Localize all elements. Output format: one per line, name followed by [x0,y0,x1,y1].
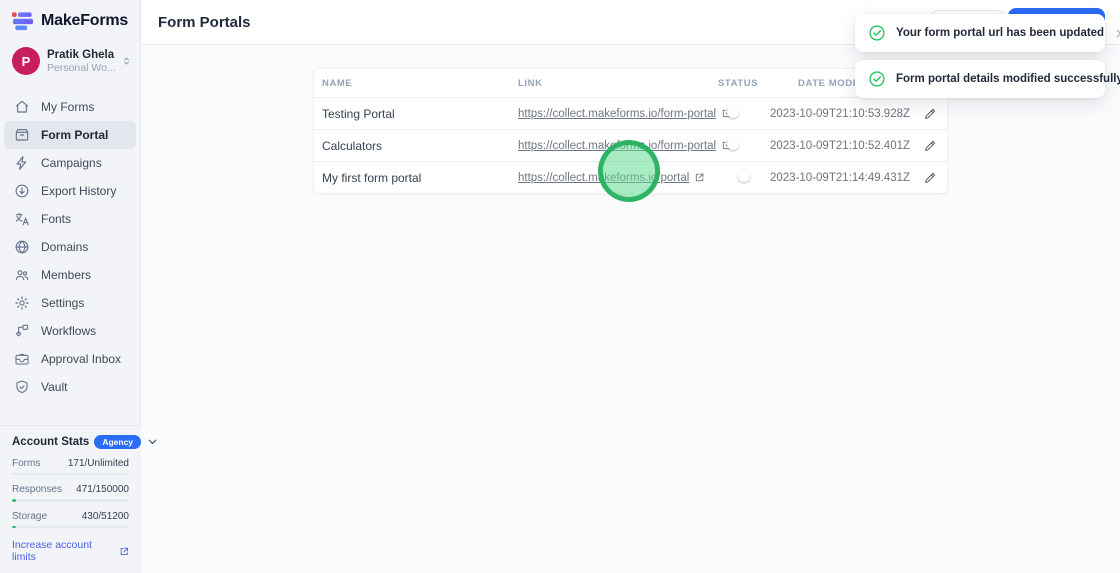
chevron-up-down-icon [121,54,132,68]
portal-name: Testing Portal [322,106,395,121]
sidebar-nav: My Forms Form Portal Campaigns Export Hi… [0,93,140,401]
portals-table: NAME LINK STATUS DATE MODIFIED Testing P… [313,68,948,194]
column-header-link: LINK [518,77,543,89]
progress-bar [12,525,129,528]
sidebar-item-label: Domains [41,240,89,254]
account-stats-title: Account Stats [12,435,90,448]
sidebar-item-export-history[interactable]: Export History [4,177,136,205]
sidebar-item-label: Workflows [41,324,97,338]
page-title: Form Portals [158,13,251,31]
toast-message: Form portal details modified successfull… [896,73,1120,85]
stat-label: Responses [12,484,63,495]
shield-check-icon [14,379,30,395]
sidebar-item-label: Fonts [41,212,72,226]
table-header-row: NAME LINK STATUS DATE MODIFIED [314,69,947,97]
toast-message: Your form portal url has been updated [896,27,1105,39]
gear-icon [14,295,30,311]
edit-portal-button[interactable] [919,135,941,157]
sidebar-item-my-forms[interactable]: My Forms [4,93,136,121]
sidebar-item-members[interactable]: Members [4,261,136,289]
sidebar-item-campaigns[interactable]: Campaigns [4,149,136,177]
increase-limits-label: Increase account limits [12,539,92,563]
external-link-icon[interactable] [694,172,705,183]
globe-icon [14,239,30,255]
plan-badge: Agency [94,435,142,449]
check-circle-icon [868,24,886,42]
sidebar-item-fonts[interactable]: Fonts [4,205,136,233]
date-modified: 2023-10-09T21:14:49.431Z [770,171,911,184]
portal-name: My first form portal [322,170,422,185]
profile-name: Pratik Ghela [47,48,115,61]
column-header-status: STATUS [718,77,759,89]
stat-responses: Responses 471/150000 [12,484,129,502]
language-icon [14,211,30,227]
sidebar-item-label: Approval Inbox [41,352,122,366]
stat-storage: Storage 430/51200 [12,510,129,528]
check-circle-icon [868,70,886,88]
sidebar: MakeForms P Pratik Ghela Personal Wo... … [0,0,157,573]
stat-label: Forms [12,457,41,469]
table-row: Testing Portal https://collect.makeforms… [314,97,947,129]
stat-value: 471/150000 [76,484,129,495]
increase-account-limits-link[interactable]: Increase account limits [12,539,129,563]
close-icon[interactable] [1114,27,1120,40]
edit-portal-button[interactable] [919,167,941,189]
date-modified: 2023-10-09T21:10:53.928Z [770,107,911,120]
portal-link[interactable]: https://collect.makeforms.io/form-portal [518,108,716,120]
sidebar-item-settings[interactable]: Settings [4,289,136,317]
sidebar-item-vault[interactable]: Vault [4,373,136,401]
sidebar-item-label: Form Portal [41,128,109,142]
avatar: P [12,47,40,75]
workflow-icon [14,323,30,339]
makeforms-logo-icon [12,11,34,31]
workspace-name: Personal Wo... [47,61,116,74]
stat-value: 430/51200 [81,510,129,522]
column-header-name: NAME [322,77,353,89]
sidebar-item-workflows[interactable]: Workflows [4,317,136,345]
sidebar-item-form-portal[interactable]: Form Portal [4,121,136,149]
stat-forms: Forms 171/Unlimited [12,457,129,475]
toast-url-updated: Your form portal url has been updated [855,14,1120,52]
portal-name: Calculators [322,138,383,153]
date-modified: 2023-10-09T21:10:52.401Z [770,139,911,152]
progress-bar [12,499,129,502]
account-stats-panel: Account Stats Agency Forms 171/Unlimited… [0,425,157,573]
pencil-icon [925,140,936,151]
portal-link[interactable]: https://collect.makeforms.io/form-portal [518,140,716,152]
table-row: My first form portal https://collect.mak… [314,161,947,193]
sidebar-item-approval-inbox[interactable]: Approval Inbox [4,345,136,373]
logo[interactable]: MakeForms [0,0,140,31]
sidebar-item-label: Export History [41,184,117,198]
sidebar-item-label: Settings [41,296,85,310]
toast-stack: Your form portal url has been updated Fo… [855,14,1120,106]
users-icon [14,267,30,283]
pencil-icon [925,172,936,183]
external-link-icon [120,547,128,555]
chevron-down-icon[interactable] [146,435,159,448]
table-row: Calculators https://collect.makeforms.io… [314,129,947,161]
sidebar-item-label: Vault [41,380,68,394]
progress-bar [12,472,129,475]
pencil-icon [925,108,936,119]
toast-details-modified: Form portal details modified successfull… [855,60,1120,98]
stat-label: Storage [12,510,48,522]
archive-box-icon [14,127,30,143]
app-name: MakeForms [41,12,129,29]
sidebar-item-label: My Forms [41,100,95,114]
inbox-icon [14,351,30,367]
home-icon [14,99,30,115]
portal-link[interactable]: https://collect.makeforms.io/portal [518,172,689,184]
workspace-switcher[interactable]: P Pratik Ghela Personal Wo... [0,31,140,75]
stat-value: 171/Unlimited [67,457,129,469]
download-circle-icon [14,183,30,199]
sidebar-item-label: Members [41,268,92,282]
sidebar-item-domains[interactable]: Domains [4,233,136,261]
sidebar-item-label: Campaigns [41,156,102,170]
lightning-icon [14,155,30,171]
